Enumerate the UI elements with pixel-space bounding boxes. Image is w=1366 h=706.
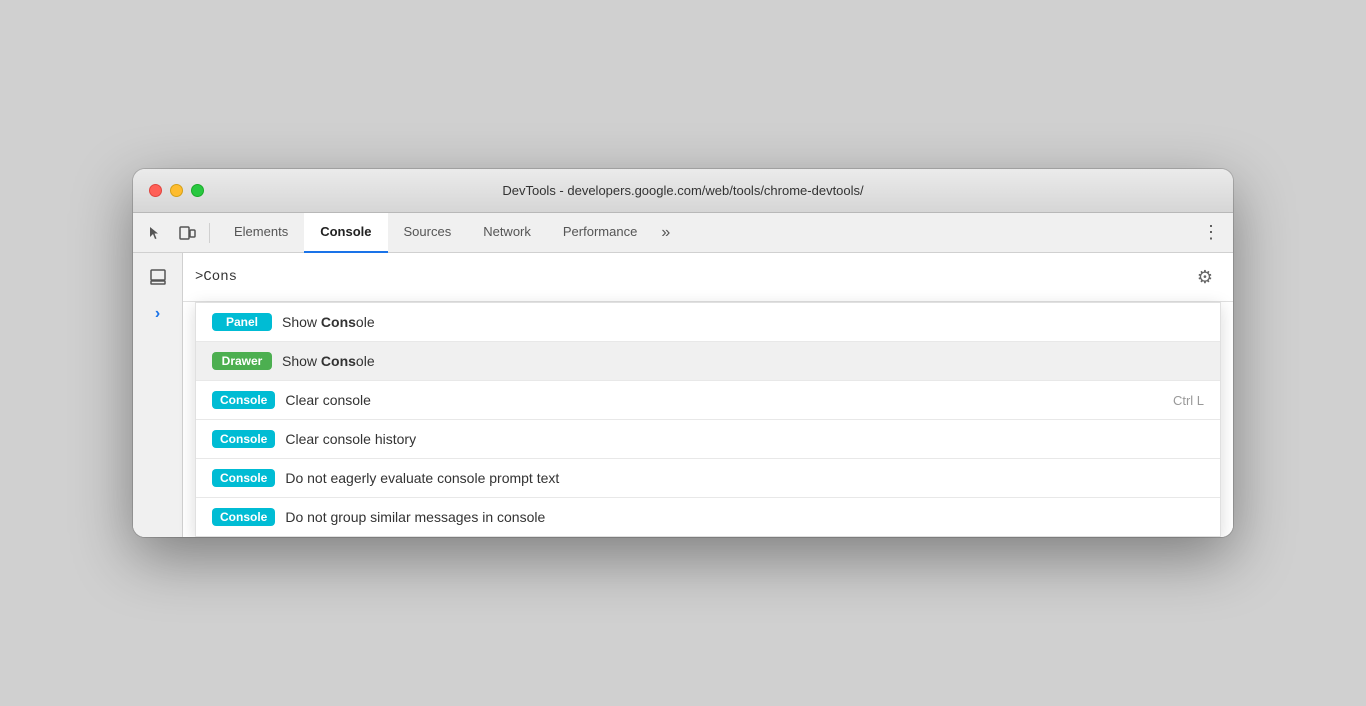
dropdown-item-no-eager[interactable]: Console Do not eagerly evaluate console … — [196, 459, 1220, 497]
toolbar-divider — [209, 223, 210, 243]
minimize-button[interactable] — [170, 184, 183, 197]
window-title: DevTools - developers.google.com/web/too… — [502, 183, 863, 198]
dropdown-item-panel-console[interactable]: Panel Show Console — [196, 303, 1220, 341]
item-text-no-eager: Do not eagerly evaluate console prompt t… — [285, 470, 1204, 486]
search-bar: ⚙ — [183, 253, 1233, 302]
badge-panel: Panel — [212, 313, 272, 331]
badge-console-4: Console — [212, 508, 275, 526]
dropdown-item-no-group[interactable]: Console Do not group similar messages in… — [196, 498, 1220, 536]
item-text-panel-console: Show Console — [282, 314, 1204, 330]
dropdown-item-clear-console[interactable]: Console Clear console Ctrl L — [196, 381, 1220, 419]
device-toggle-icon[interactable] — [173, 219, 201, 247]
badge-console-3: Console — [212, 469, 275, 487]
tab-network[interactable]: Network — [467, 213, 547, 253]
maximize-button[interactable] — [191, 184, 204, 197]
tab-console[interactable]: Console — [304, 213, 387, 253]
devtools-tabs: Elements Console Sources Network Perform… — [218, 213, 1193, 253]
devtools-toolbar: Elements Console Sources Network Perform… — [133, 213, 1233, 253]
command-search-input[interactable] — [195, 269, 1189, 285]
tab-elements[interactable]: Elements — [218, 213, 304, 253]
left-sidebar: › — [133, 253, 183, 537]
item-text-drawer-console: Show Console — [282, 353, 1204, 369]
settings-gear-button[interactable]: ⚙ — [1189, 261, 1221, 293]
traffic-lights — [149, 184, 204, 197]
dropdown-item-clear-history[interactable]: Console Clear console history — [196, 420, 1220, 458]
devtools-panel: Elements Console Sources Network Perform… — [133, 213, 1233, 537]
badge-drawer: Drawer — [212, 352, 272, 370]
drawer-toggle-button[interactable] — [142, 261, 174, 293]
more-tabs-button[interactable]: » — [653, 213, 678, 253]
cursor-icon[interactable] — [141, 219, 169, 247]
content-area: ⚙ Panel Show Console Drawer Show Console — [183, 253, 1233, 537]
main-area: › ⚙ Panel Show Console — [133, 253, 1233, 537]
expand-chevron-icon[interactable]: › — [151, 301, 164, 327]
item-text-clear-console: Clear console — [285, 392, 1163, 408]
item-text-no-group: Do not group similar messages in console — [285, 509, 1204, 525]
dropdown-item-drawer-console[interactable]: Drawer Show Console — [196, 342, 1220, 380]
kebab-menu-button[interactable]: ⋮ — [1197, 219, 1225, 247]
item-text-clear-history: Clear console history — [285, 431, 1204, 447]
command-dropdown: Panel Show Console Drawer Show Console C… — [195, 302, 1221, 537]
close-button[interactable] — [149, 184, 162, 197]
title-bar: DevTools - developers.google.com/web/too… — [133, 169, 1233, 213]
badge-console-2: Console — [212, 430, 275, 448]
browser-window: DevTools - developers.google.com/web/too… — [133, 169, 1233, 537]
tab-sources[interactable]: Sources — [388, 213, 468, 253]
tab-performance[interactable]: Performance — [547, 213, 653, 253]
badge-console-1: Console — [212, 391, 275, 409]
shortcut-ctrl-l: Ctrl L — [1173, 393, 1204, 408]
toolbar-end: ⋮ — [1197, 219, 1225, 247]
